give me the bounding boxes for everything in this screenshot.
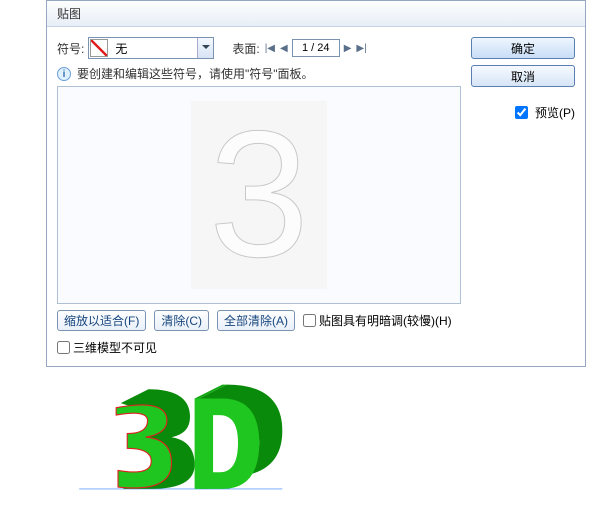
hide-3d-label: 三维模型不可见	[73, 339, 157, 356]
info-icon: i	[57, 67, 71, 81]
preview-glyph: 3	[191, 101, 327, 289]
hide-3d-checkbox[interactable]: 三维模型不可见	[57, 339, 157, 356]
face-label: 表面:	[232, 40, 259, 57]
info-text: 要创建和编辑这些符号，请使用"符号"面板。	[77, 65, 314, 82]
scale-to-fit-button[interactable]: 缩放以适合(F)	[57, 310, 146, 331]
prev-page-button[interactable]: ◀	[279, 43, 289, 54]
none-swatch-icon	[90, 39, 108, 57]
last-page-button[interactable]: ▶|	[355, 43, 367, 54]
symbol-value: 无	[109, 40, 197, 57]
symbol-label: 符号:	[57, 40, 84, 57]
3d-text-illustration	[70, 380, 310, 500]
cancel-button[interactable]: 取消	[471, 65, 575, 87]
face-preview: 3	[57, 86, 461, 304]
shade-checkbox[interactable]: 贴图具有明暗调(较慢)(H)	[303, 312, 452, 329]
chevron-down-icon	[197, 38, 213, 58]
preview-checkbox[interactable]: 预览(P)	[471, 103, 575, 122]
dialog-title: 贴图	[47, 1, 585, 27]
page-input[interactable]	[292, 39, 340, 57]
symbol-dropdown[interactable]: 无	[88, 37, 214, 59]
first-page-button[interactable]: |◀	[264, 43, 276, 54]
ok-button[interactable]: 确定	[471, 37, 575, 59]
map-art-dialog: 贴图 符号: 无 表面: |◀ ◀ ▶ ▶|	[46, 0, 586, 367]
shade-label: 贴图具有明暗调(较慢)(H)	[319, 312, 452, 329]
clear-all-button[interactable]: 全部清除(A)	[217, 310, 295, 331]
clear-button[interactable]: 清除(C)	[154, 310, 209, 331]
preview-label: 预览(P)	[535, 104, 575, 121]
next-page-button[interactable]: ▶	[343, 43, 353, 54]
